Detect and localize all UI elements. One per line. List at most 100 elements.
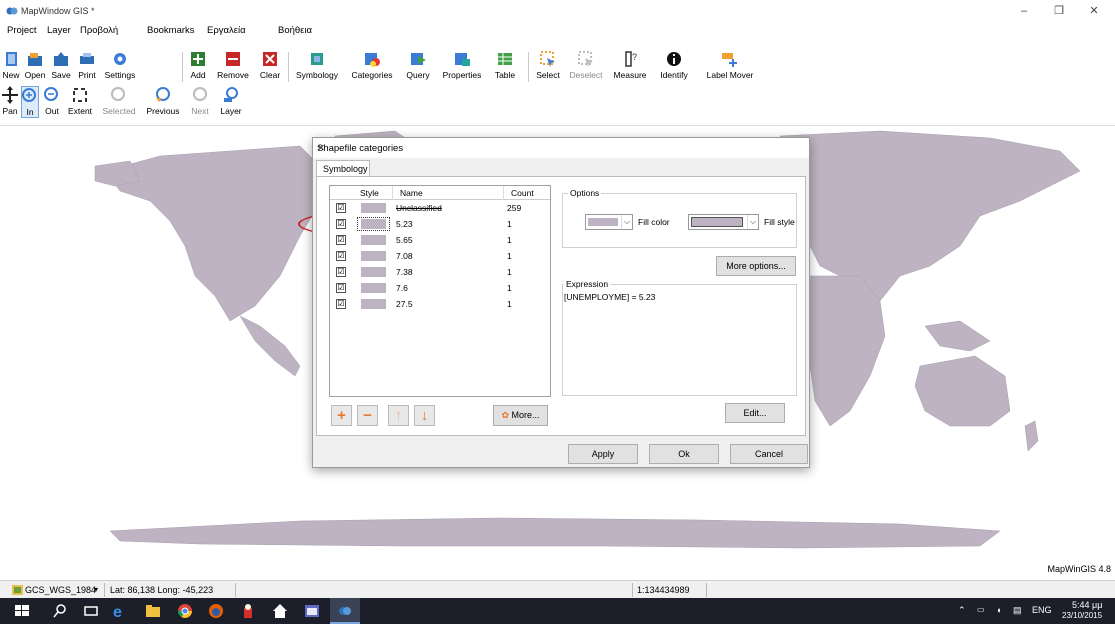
row-checkbox[interactable]: ☑	[336, 283, 346, 293]
row-style-swatch[interactable]	[361, 219, 386, 229]
home-icon[interactable]	[272, 603, 288, 619]
row-checkbox[interactable]: ☑	[336, 267, 346, 277]
minimize-button[interactable]: –	[1014, 4, 1034, 18]
dialog-close-button[interactable]: ✕	[317, 143, 803, 154]
style-column-header[interactable]: Style	[360, 188, 379, 198]
scale-readout[interactable]: 1:134434989	[637, 583, 690, 597]
select-button[interactable]: Select	[532, 50, 564, 84]
row-style-swatch[interactable]	[361, 203, 386, 213]
more-button[interactable]: ✿ More...	[493, 405, 548, 426]
zoom-out-button[interactable]: Out	[41, 86, 63, 118]
fill-color-dropdown[interactable]: ⌵	[585, 214, 633, 230]
clear-layers-button[interactable]: Clear	[256, 50, 284, 84]
move-up-button[interactable]: ↑	[388, 405, 409, 426]
zoom-extent-button[interactable]: Extent	[64, 86, 96, 118]
expression-text[interactable]: [UNEMPLOYME] = 5.23	[564, 292, 655, 302]
table-row[interactable]: ☑ 7.08 1	[330, 249, 550, 264]
cancel-button[interactable]: Cancel	[730, 444, 808, 464]
language-indicator[interactable]: ENG	[1032, 605, 1052, 615]
menu-bookmarks[interactable]: Bookmarks	[147, 25, 195, 36]
table-row[interactable]: ☑ 7.38 1	[330, 265, 550, 280]
svg-text:e: e	[113, 604, 122, 619]
menu-tools[interactable]: Εργαλεία	[207, 25, 246, 36]
firefox-icon[interactable]	[208, 603, 224, 619]
file-explorer-icon[interactable]	[145, 603, 161, 619]
save-button[interactable]: Save	[49, 50, 73, 84]
measure-button[interactable]: ? Measure	[609, 50, 651, 84]
tab-symbology[interactable]: Symbology	[316, 160, 370, 177]
row-checkbox[interactable]: ☑	[336, 299, 346, 309]
chrome-icon[interactable]	[177, 603, 193, 619]
projection-label[interactable]: GCS_WGS_1984	[25, 583, 96, 597]
network-icon[interactable]: ▭	[977, 605, 985, 614]
task-view-icon[interactable]	[83, 603, 99, 619]
new-button[interactable]: New	[0, 50, 22, 84]
symbology-button[interactable]: Symbology	[292, 50, 342, 84]
edit-expression-button[interactable]: Edit...	[725, 403, 785, 423]
tray-overflow-icon[interactable]: ⌃	[958, 605, 966, 616]
edge-browser-icon[interactable]: e	[112, 603, 128, 619]
row-checkbox[interactable]: ☑	[336, 251, 346, 261]
volume-icon[interactable]: ◖	[996, 605, 1001, 615]
app-window-icon[interactable]	[304, 603, 320, 619]
deselect-button[interactable]: Deselect	[566, 50, 606, 84]
open-button[interactable]: Open	[23, 50, 47, 84]
popcorn-app-icon[interactable]	[240, 603, 256, 619]
row-checkbox[interactable]: ☑	[336, 203, 346, 213]
properties-button[interactable]: Properties	[436, 50, 488, 84]
apply-button[interactable]: Apply	[568, 444, 638, 464]
row-checkbox[interactable]: ☑	[336, 219, 346, 229]
query-button[interactable]: Query	[402, 50, 434, 84]
pan-button[interactable]: Pan	[1, 86, 19, 118]
table-row[interactable]: ☑ 27.5 1	[330, 297, 550, 312]
move-down-button[interactable]: ↓	[414, 405, 435, 426]
table-row[interactable]: ☑ 5.23 1	[330, 217, 550, 232]
taskbar-active-app[interactable]	[330, 598, 360, 624]
row-style-swatch[interactable]	[361, 283, 386, 293]
table-row[interactable]: ☑ 5.65 1	[330, 233, 550, 248]
clock-time[interactable]: 5:44 μμ	[1072, 600, 1102, 610]
zoom-previous-button[interactable]: Previous	[143, 86, 183, 118]
projection-dropdown-arrow[interactable]: ▾	[94, 583, 98, 597]
zoom-layer-button[interactable]: Layer	[216, 86, 246, 118]
table-row[interactable]: ☑ Unclassified 259	[330, 201, 550, 216]
categories-button[interactable]: Categories	[345, 50, 399, 84]
fill-style-dropdown[interactable]: ⌵	[688, 214, 759, 230]
row-style-swatch[interactable]	[361, 251, 386, 261]
menu-view[interactable]: Προβολή	[80, 25, 118, 36]
row-style-swatch[interactable]	[361, 267, 386, 277]
row-checkbox[interactable]: ☑	[336, 235, 346, 245]
remove-category-button[interactable]: −	[357, 405, 378, 426]
name-column-header[interactable]: Name	[400, 188, 423, 198]
zoom-next-button[interactable]: Next	[187, 86, 213, 118]
print-button[interactable]: Print	[75, 50, 99, 84]
search-icon[interactable]	[52, 603, 68, 619]
notifications-icon[interactable]: ▤	[1013, 605, 1022, 616]
row-style-swatch[interactable]	[361, 299, 386, 309]
row-style-swatch[interactable]	[361, 235, 386, 245]
settings-button[interactable]: Settings	[103, 50, 137, 84]
ok-button[interactable]: Ok	[649, 444, 719, 464]
more-options-button[interactable]: More options...	[716, 256, 796, 276]
add-category-button[interactable]: +	[331, 405, 352, 426]
categories-grid[interactable]: Style Name Count ☑ Unclassified 259 ☑ 5.…	[329, 185, 551, 397]
remove-layer-button[interactable]: Remove	[213, 50, 253, 84]
clock-date[interactable]: 23/10/2015	[1062, 611, 1102, 620]
add-layer-button[interactable]: Add	[186, 50, 210, 84]
identify-button[interactable]: Identify	[653, 50, 695, 84]
table-button[interactable]: Table	[490, 50, 520, 84]
windows-start-icon[interactable]	[14, 603, 30, 619]
grid-header: Style Name Count	[330, 186, 550, 200]
count-column-header[interactable]: Count	[511, 188, 534, 198]
zoom-selected-button[interactable]: Selected	[99, 86, 139, 118]
menu-layer[interactable]: Layer	[47, 25, 71, 36]
print-icon	[80, 53, 94, 64]
label-mover-button[interactable]: Label Mover	[698, 50, 762, 84]
close-button[interactable]: ✕	[1084, 4, 1104, 18]
restore-button[interactable]: ❐	[1049, 4, 1069, 18]
measure-icon: ?	[625, 51, 637, 67]
menu-help[interactable]: Βοήθεια	[278, 25, 312, 36]
table-row[interactable]: ☑ 7.6 1	[330, 281, 550, 296]
menu-project[interactable]: Project	[7, 25, 37, 36]
zoom-in-button[interactable]: In	[21, 86, 39, 118]
